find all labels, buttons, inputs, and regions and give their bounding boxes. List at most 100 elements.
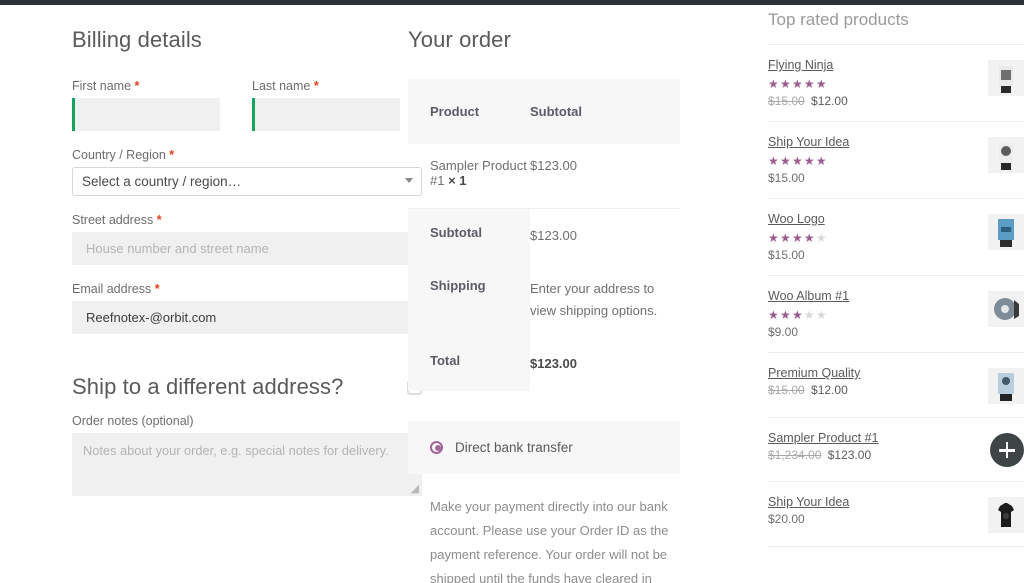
last-name-field: Last name * xyxy=(252,79,400,131)
product-price: $15.00 xyxy=(768,248,980,262)
product-price: $15.00 $12.00 xyxy=(768,94,980,108)
star-icon-empty: ★ xyxy=(815,308,828,322)
star-icon-filled: ★ xyxy=(803,154,816,168)
required-marker: * xyxy=(156,213,162,227)
order-table-body: Sampler Product #1 × 1 $123.00 Subtotal … xyxy=(408,144,680,391)
country-select[interactable]: Select a country / region… xyxy=(72,167,422,196)
subtotal-label: Subtotal xyxy=(408,208,530,263)
order-notes-textarea[interactable] xyxy=(72,433,422,496)
product-price: $9.00 xyxy=(768,325,980,339)
list-item[interactable]: Sampler Product #1 $1,234.00 $123.00 xyxy=(768,418,1024,482)
product-link[interactable]: Ship Your Idea xyxy=(768,495,980,509)
product-thumbnail[interactable] xyxy=(988,137,1024,173)
plus-circle-icon[interactable] xyxy=(990,433,1024,467)
product-thumbnail[interactable] xyxy=(988,214,1024,250)
country-field: Country / Region * Select a country / re… xyxy=(72,148,422,196)
payment-method-bank-transfer[interactable]: Direct bank transfer xyxy=(408,420,680,474)
last-name-input[interactable] xyxy=(252,98,400,131)
last-name-label-text: Last name xyxy=(252,79,311,93)
subtotal-value: $123.00 xyxy=(530,228,577,243)
last-name-label: Last name * xyxy=(252,79,400,93)
column-header-subtotal: Subtotal xyxy=(530,79,680,144)
star-icon-filled: ★ xyxy=(791,154,804,168)
shipping-value: Enter your address to view shipping opti… xyxy=(530,281,658,318)
product-link[interactable]: Ship Your Idea xyxy=(768,135,980,149)
required-marker: * xyxy=(134,79,140,93)
product-thumbnail[interactable] xyxy=(988,291,1024,327)
ship-different-title: Ship to a different address? xyxy=(72,374,344,399)
country-label: Country / Region * xyxy=(72,148,400,162)
product-thumbnail[interactable] xyxy=(988,368,1024,404)
product-price-original: $15.00 xyxy=(768,94,805,108)
product-price: $15.00 xyxy=(768,171,980,185)
order-notes-field: Order notes (optional) ◢ xyxy=(72,414,422,496)
product-price-sale: $123.00 xyxy=(827,448,872,462)
product-info: Premium Quality $15.00 $12.00 xyxy=(768,366,988,397)
star-icon-filled: ★ xyxy=(768,231,780,245)
list-item[interactable]: Ship Your Idea ★★★★★ $15.00 xyxy=(768,122,1024,199)
order-review-table: Product Subtotal Sampler Product #1 × 1 … xyxy=(408,79,680,391)
table-row: Total $123.00 xyxy=(408,337,680,391)
column-header-product: Product xyxy=(408,79,530,144)
required-marker: * xyxy=(169,148,175,162)
star-icon-empty: ★ xyxy=(815,231,828,245)
email-input[interactable] xyxy=(72,301,422,334)
star-icon-filled: ★ xyxy=(791,231,804,245)
star-icon-filled: ★ xyxy=(815,77,828,91)
country-select-wrapper: Select a country / region… xyxy=(72,167,422,196)
payment-method-description: Make your payment directly into our bank… xyxy=(430,498,669,583)
checkout-page: Billing details First name * Last name *… xyxy=(0,5,1024,583)
star-icon-empty: ★ xyxy=(803,308,816,322)
product-info: Sampler Product #1 $1,234.00 $123.00 xyxy=(768,431,990,462)
product-price-value: $15.00 xyxy=(768,248,805,262)
product-info: Ship Your Idea $20.00 xyxy=(768,495,988,526)
product-link[interactable]: Woo Album #1 xyxy=(768,289,980,303)
star-icon-filled: ★ xyxy=(768,154,780,168)
product-price: $1,234.00 $123.00 xyxy=(768,448,982,462)
product-thumbnail[interactable] xyxy=(988,60,1024,96)
table-row: Sampler Product #1 × 1 $123.00 xyxy=(408,144,680,209)
product-link[interactable]: Woo Logo xyxy=(768,212,980,226)
ship-different-header: Ship to a different address? xyxy=(72,374,422,400)
star-icon-filled: ★ xyxy=(779,308,792,322)
street-address-input[interactable] xyxy=(72,232,422,265)
sidebar-title: Top rated products xyxy=(768,10,909,29)
top-rated-product-list: Flying Ninja ★★★★★ $15.00 $12.00 Ship Your … xyxy=(768,44,1024,547)
product-info: Woo Logo ★★★★★ $15.00 xyxy=(768,212,988,262)
street-address-label: Street address * xyxy=(72,213,400,227)
star-icon-filled: ★ xyxy=(779,77,792,91)
table-row: Subtotal $123.00 xyxy=(408,208,680,263)
product-price: $15.00 $12.00 xyxy=(768,383,980,397)
product-link[interactable]: Premium Quality xyxy=(768,366,980,380)
star-rating: ★★★★★ xyxy=(768,229,980,247)
product-thumbnail[interactable] xyxy=(988,497,1024,533)
product-price-value: $9.00 xyxy=(768,325,799,339)
list-item[interactable]: Flying Ninja ★★★★★ $15.00 $12.00 xyxy=(768,45,1024,122)
first-name-field: First name * xyxy=(72,79,220,131)
order-title: Your order xyxy=(408,27,511,52)
star-icon-filled: ★ xyxy=(779,154,792,168)
list-item[interactable]: Ship Your Idea $20.00 xyxy=(768,482,1024,547)
email-label: Email address * xyxy=(72,282,400,296)
star-icon-filled: ★ xyxy=(815,154,828,168)
star-rating: ★★★★★ xyxy=(768,306,980,324)
first-name-input[interactable] xyxy=(72,98,220,131)
list-item[interactable]: Woo Album #1 ★★★★★ $9.00 xyxy=(768,276,1024,353)
total-value: $123.00 xyxy=(530,356,577,372)
product-info: Ship Your Idea ★★★★★ $15.00 xyxy=(768,135,988,185)
cart-item-subtotal: $123.00 xyxy=(530,144,680,209)
list-item[interactable]: Premium Quality $15.00 $12.00 xyxy=(768,353,1024,418)
product-link[interactable]: Flying Ninja xyxy=(768,58,980,72)
name-row: First name * Last name * xyxy=(72,79,400,148)
product-link[interactable]: Sampler Product #1 xyxy=(768,431,982,445)
product-info: Flying Ninja ★★★★★ $15.00 $12.00 xyxy=(768,58,988,108)
billing-column: Billing details First name * Last name *… xyxy=(0,5,422,512)
list-item[interactable]: Woo Logo ★★★★★ $15.00 xyxy=(768,199,1024,276)
radio-selected-icon[interactable] xyxy=(430,440,443,454)
product-price-value: $20.00 xyxy=(768,512,805,526)
order-column: Your order Product Subtotal Sampler Prod… xyxy=(400,5,700,583)
order-notes-label: Order notes (optional) xyxy=(72,414,194,428)
product-price-sale: $12.00 xyxy=(811,383,848,397)
product-price: $20.00 xyxy=(768,512,980,526)
star-rating: ★★★★★ xyxy=(768,152,980,170)
